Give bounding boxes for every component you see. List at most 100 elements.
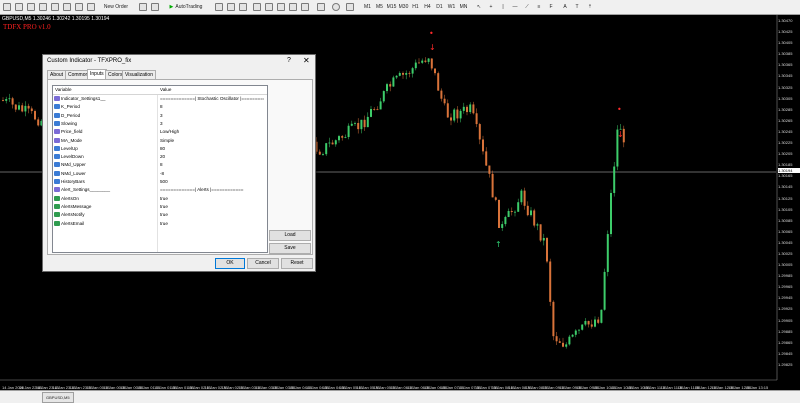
cancel-button[interactable]: Cancel [247,258,279,269]
value-cell[interactable]: =============| Alerts |============ [160,186,264,194]
value-cell[interactable]: 500 [160,178,264,186]
value-cell[interactable]: 80 [160,145,264,153]
price-tick-label: 1.30225 [778,140,793,146]
load-button[interactable]: Load [269,230,311,241]
label-icon[interactable]: T [572,2,582,11]
timeframe-d1-button[interactable]: D1 [434,2,445,11]
value-cell[interactable]: 8 [160,161,264,169]
cursor-icon[interactable]: ↖ [474,2,484,11]
templates-icon[interactable] [344,2,356,11]
timeframe-m30-button[interactable]: M30 [398,2,409,11]
timeframe-w1-button[interactable]: W1 [446,2,457,11]
zoom-in-icon[interactable] [252,2,262,11]
value-cell[interactable]: true [160,203,264,211]
candle-body [21,105,24,112]
table-row[interactable]: Indicator_Settings1__ =============| Stoc… [53,95,267,103]
new-order-button[interactable]: New Order [98,2,134,11]
chart-tab-gbpusd[interactable]: GBPUSD,M5 [42,392,74,403]
indicators-icon[interactable] [314,2,328,11]
reset-button[interactable]: Reset [281,258,313,269]
candle-body [18,105,20,110]
timeframe-m5-button[interactable]: M5 [374,2,385,11]
value-cell[interactable]: 20 [160,153,264,161]
candlestick-icon[interactable] [226,2,236,11]
line-chart-icon[interactable] [238,2,248,11]
timeframe-h1-button[interactable]: H1 [410,2,421,11]
value-cell[interactable]: 3 [160,112,264,120]
table-row[interactable]: HistoryBars 500 [53,178,267,186]
candle-body [389,84,392,87]
table-row[interactable]: NMd_Lower -8 [53,170,267,178]
trendline-icon[interactable]: ⟋ [522,2,532,11]
tile-windows-icon[interactable] [276,2,286,11]
value-cell[interactable]: 3 [160,120,264,128]
price-tick-label: 1.30105 [778,206,793,212]
variable-cell: Indicator_Settings1__ [61,96,106,101]
market-watch-icon[interactable] [26,2,36,11]
value-cell[interactable]: Simple [160,137,264,145]
text-icon[interactable]: A [560,2,570,11]
value-cell[interactable]: true [160,220,264,228]
timeframe-m15-button[interactable]: M15 [386,2,397,11]
table-row[interactable]: LevelUp 80 [53,145,267,153]
table-row[interactable]: D_Period 3 [53,112,267,120]
value-cell[interactable]: true [160,195,264,203]
price-tick-label: 1.30285 [778,106,793,112]
table-row[interactable]: K_Period 8 [53,103,267,111]
table-row[interactable]: Slowing 3 [53,120,267,128]
crosshair-icon[interactable]: + [486,2,496,11]
table-row[interactable]: Price_field Low/High [53,128,267,136]
timeframe-h4-button[interactable]: H4 [422,2,433,11]
strategy-tester-icon[interactable] [74,2,84,11]
chart-shift-icon[interactable] [288,2,298,11]
table-row[interactable]: NMd_Upper 8 [53,161,267,169]
navigator-icon[interactable] [50,2,60,11]
periods-icon[interactable] [330,2,342,11]
market-icon[interactable] [150,2,160,11]
close-icon[interactable]: ✕ [303,56,310,65]
help-button[interactable]: ? [287,57,291,64]
timeframe-m1-button[interactable]: M1 [362,2,373,11]
value-cell[interactable]: 8 [160,103,264,111]
candle-body [475,113,478,125]
ok-button[interactable]: OK [215,258,245,269]
vertical-line-icon[interactable]: | [498,2,508,11]
horizontal-line-icon[interactable]: — [510,2,520,11]
timeframe-mn-button[interactable]: MN [458,2,469,11]
table-row[interactable]: AlertsNotify true [53,211,267,219]
table-row[interactable]: AlertsOn true [53,195,267,203]
table-row[interactable]: AlertsEmail true [53,220,267,228]
table-row[interactable]: AlertsMessage true [53,203,267,211]
value-cell[interactable]: Low/High [160,128,264,136]
column-header-variable[interactable]: Variable [55,86,151,94]
value-cell[interactable]: true [160,211,264,219]
table-row[interactable]: Alert_Settings________ =============| Ale… [53,186,267,194]
candle-body [520,190,523,203]
variable-cell: AlertsNotify [61,212,85,218]
fibonacci-icon[interactable]: F [546,2,556,11]
bar-chart-icon[interactable] [214,2,224,11]
price-tick-label: 1.30425 [778,29,793,35]
candle-body [405,73,408,75]
metaeditor-icon[interactable] [86,2,96,11]
value-cell[interactable]: =============| Stochastic Oscillator |==… [160,95,264,103]
candle-body [610,192,612,235]
autotrading-button[interactable]: ▶ AutoTrading [162,2,210,11]
column-header-value[interactable]: Value [160,86,264,94]
arrows-icon[interactable]: ⇡ [584,2,596,11]
new-chart-icon[interactable] [2,2,12,11]
table-row[interactable]: MA_Mode Simple [53,137,267,145]
profiles-icon[interactable] [14,2,24,11]
copy-icon[interactable] [138,2,148,11]
candle-body [526,205,529,216]
terminal-icon[interactable] [62,2,72,11]
auto-scroll-icon[interactable] [300,2,310,11]
value-cell[interactable]: -8 [160,170,264,178]
equidistant-channel-icon[interactable]: ≡ [534,2,544,11]
variable-cell: MA_Mode [61,137,82,143]
table-row[interactable]: LevelDown 20 [53,153,267,161]
zoom-out-icon[interactable] [264,2,274,11]
data-window-icon[interactable] [38,2,48,11]
save-button[interactable]: Save [269,243,311,254]
candle-body [462,106,465,111]
